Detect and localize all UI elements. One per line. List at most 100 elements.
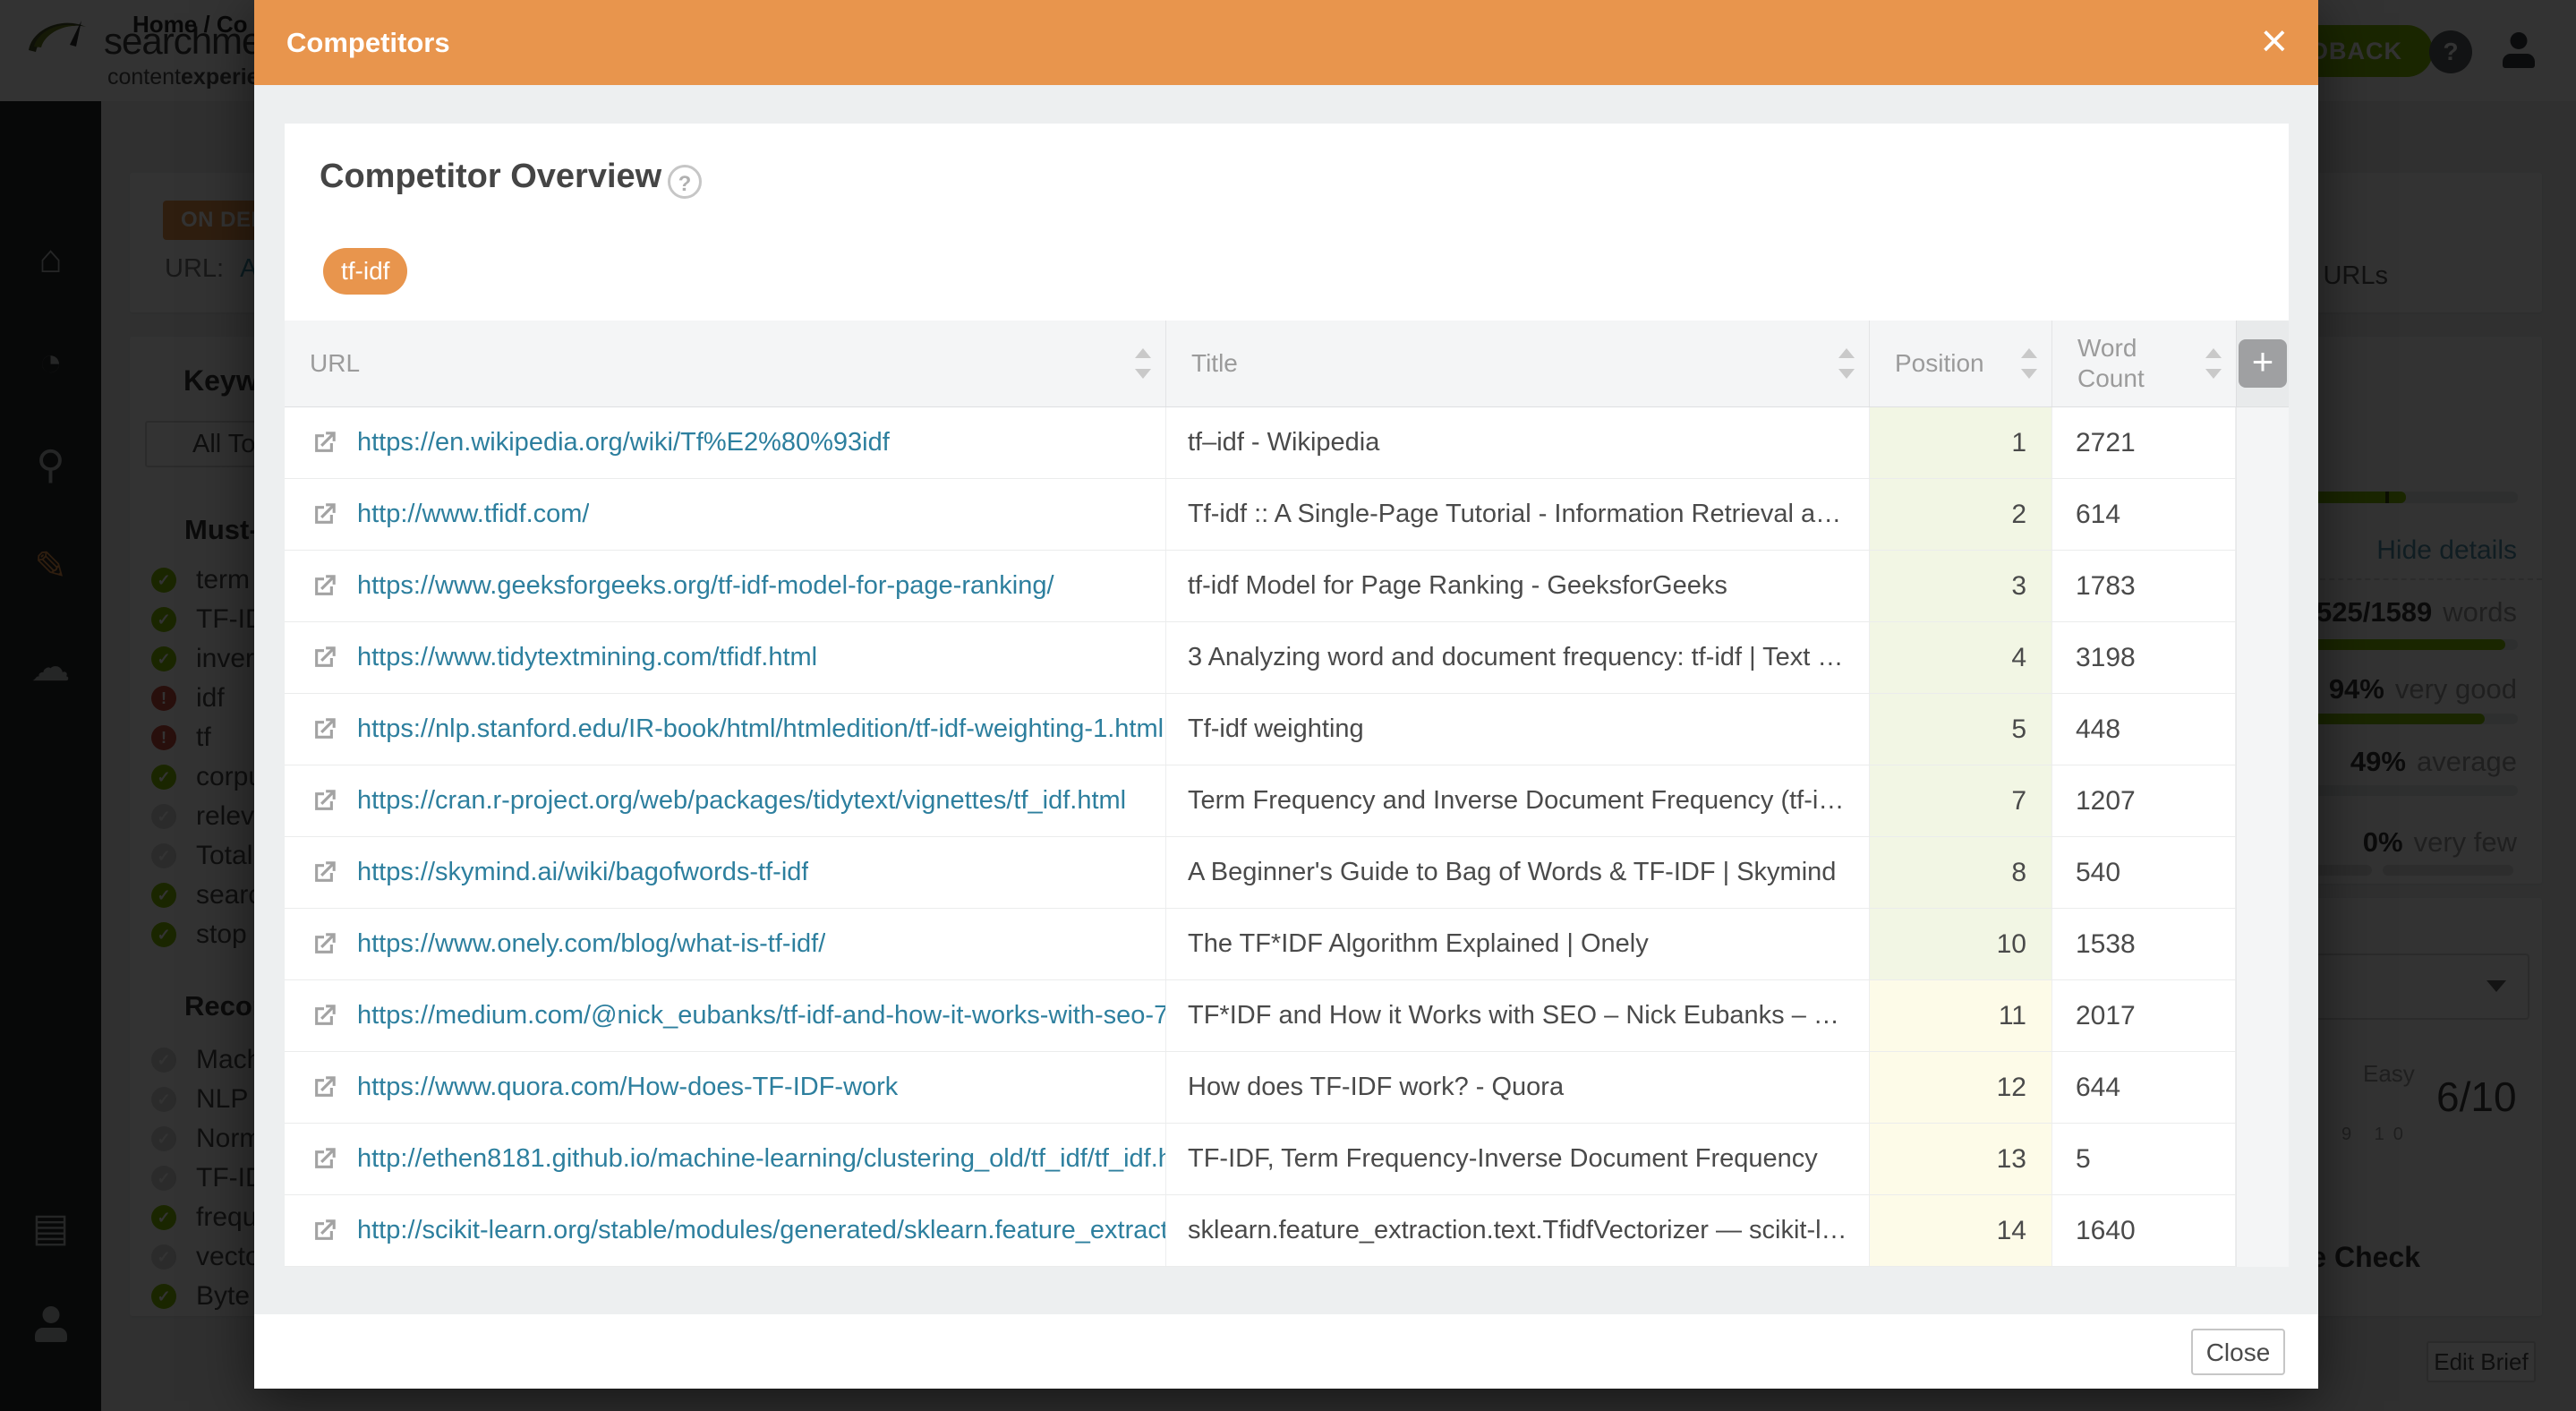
table-row: http://ethen8181.github.io/machine-learn… bbox=[285, 1124, 2236, 1195]
competitor-position: 4 bbox=[1870, 622, 2052, 693]
url-cell: https://skymind.ai/wiki/bagofwords-tf-id… bbox=[285, 837, 1166, 908]
sort-arrows-icon[interactable] bbox=[2205, 348, 2222, 379]
competitor-title: TF-IDF, Term Frequency-Inverse Document … bbox=[1166, 1124, 1870, 1194]
external-link-icon[interactable] bbox=[309, 1144, 339, 1175]
competitor-word-count: 5 bbox=[2052, 1124, 2236, 1194]
competitor-url-link[interactable]: https://medium.com/@nick_eubanks/tf-idf-… bbox=[357, 1001, 1165, 1030]
competitor-position: 3 bbox=[1870, 551, 2052, 621]
overview-title: Competitor Overview bbox=[320, 158, 661, 196]
table-row: http://scikit-learn.org/stable/modules/g… bbox=[285, 1195, 2236, 1267]
url-cell: http://www.tfidf.com/ bbox=[285, 479, 1166, 550]
table-row: https://www.tidytextmining.com/tfidf.htm… bbox=[285, 622, 2236, 694]
competitor-url-link[interactable]: http://www.tfidf.com/ bbox=[357, 500, 589, 529]
competitor-word-count: 2721 bbox=[2052, 407, 2236, 478]
close-icon[interactable]: × bbox=[2261, 0, 2288, 82]
url-cell: http://ethen8181.github.io/machine-learn… bbox=[285, 1124, 1166, 1194]
competitor-position: 11 bbox=[1870, 980, 2052, 1051]
competitor-position: 1 bbox=[1870, 407, 2052, 478]
external-link-icon[interactable] bbox=[309, 1001, 339, 1031]
app-root: searchmetrics contentexperience Home / C… bbox=[0, 0, 2576, 1411]
competitor-word-count: 1640 bbox=[2052, 1195, 2236, 1266]
competitor-position: 14 bbox=[1870, 1195, 2052, 1266]
table-row: https://medium.com/@nick_eubanks/tf-idf-… bbox=[285, 980, 2236, 1052]
table-row: https://en.wikipedia.org/wiki/Tf%E2%80%9… bbox=[285, 407, 2236, 479]
modal-title: Competitors bbox=[286, 0, 450, 85]
competitor-word-count: 1783 bbox=[2052, 551, 2236, 621]
external-link-icon[interactable] bbox=[309, 643, 339, 673]
competitor-title: Tf-idf weighting bbox=[1166, 694, 1870, 765]
external-link-icon[interactable] bbox=[309, 714, 339, 745]
competitor-title: tf-idf Model for Page Ranking - Geeksfor… bbox=[1166, 551, 1870, 621]
competitor-position: 12 bbox=[1870, 1052, 2052, 1123]
modal-header: Competitors × bbox=[254, 0, 2318, 85]
competitor-word-count: 614 bbox=[2052, 479, 2236, 550]
external-link-icon[interactable] bbox=[309, 1216, 339, 1246]
competitor-word-count: 540 bbox=[2052, 837, 2236, 908]
url-cell: https://www.onely.com/blog/what-is-tf-id… bbox=[285, 909, 1166, 979]
table-row: https://nlp.stanford.edu/IR-book/html/ht… bbox=[285, 694, 2236, 765]
competitor-url-link[interactable]: http://scikit-learn.org/stable/modules/g… bbox=[357, 1216, 1165, 1245]
competitor-word-count: 1207 bbox=[2052, 765, 2236, 836]
url-cell: https://www.geeksforgeeks.org/tf-idf-mod… bbox=[285, 551, 1166, 621]
url-cell: https://www.quora.com/How-does-TF-IDF-wo… bbox=[285, 1052, 1166, 1123]
add-column-button[interactable]: + bbox=[2239, 339, 2287, 388]
competitor-title: sklearn.feature_extraction.text.TfidfVec… bbox=[1166, 1195, 1870, 1266]
url-cell: https://cran.r-project.org/web/packages/… bbox=[285, 765, 1166, 836]
table-row: https://www.quora.com/How-does-TF-IDF-wo… bbox=[285, 1052, 2236, 1124]
external-link-icon[interactable] bbox=[309, 1073, 339, 1103]
competitor-title: tf–idf - Wikipedia bbox=[1166, 407, 1870, 478]
competitor-url-link[interactable]: https://nlp.stanford.edu/IR-book/html/ht… bbox=[357, 714, 1164, 744]
external-link-icon[interactable] bbox=[309, 929, 339, 960]
url-cell: http://scikit-learn.org/stable/modules/g… bbox=[285, 1195, 1166, 1266]
sort-arrows-icon[interactable] bbox=[1135, 348, 1151, 379]
competitors-modal: Competitors × Competitor Overview ? tf-i… bbox=[254, 0, 2318, 1389]
sort-arrows-icon[interactable] bbox=[1838, 348, 1855, 379]
table-row: https://www.onely.com/blog/what-is-tf-id… bbox=[285, 909, 2236, 980]
column-header-url[interactable]: URL bbox=[285, 321, 1166, 406]
competitor-word-count: 2017 bbox=[2052, 980, 2236, 1051]
competitor-url-link[interactable]: https://www.quora.com/How-does-TF-IDF-wo… bbox=[357, 1073, 898, 1102]
table-body: https://en.wikipedia.org/wiki/Tf%E2%80%9… bbox=[285, 407, 2236, 1267]
competitor-title: A Beginner's Guide to Bag of Words & TF-… bbox=[1166, 837, 1870, 908]
external-link-icon[interactable] bbox=[309, 428, 339, 458]
table-header: URL Title Position Word Count bbox=[285, 321, 2236, 407]
competitor-url-link[interactable]: http://ethen8181.github.io/machine-learn… bbox=[357, 1144, 1165, 1174]
external-link-icon[interactable] bbox=[309, 500, 339, 530]
competitor-url-link[interactable]: https://www.geeksforgeeks.org/tf-idf-mod… bbox=[357, 571, 1054, 601]
competitor-position: 7 bbox=[1870, 765, 2052, 836]
competitor-title: Term Frequency and Inverse Document Freq… bbox=[1166, 765, 1870, 836]
competitor-title: TF*IDF and How it Works with SEO – Nick … bbox=[1166, 980, 1870, 1051]
competitor-url-link[interactable]: https://skymind.ai/wiki/bagofwords-tf-id… bbox=[357, 858, 808, 887]
table-row: https://skymind.ai/wiki/bagofwords-tf-id… bbox=[285, 837, 2236, 909]
competitor-word-count: 1538 bbox=[2052, 909, 2236, 979]
column-header-word-count[interactable]: Word Count bbox=[2052, 321, 2236, 406]
table-row: https://cran.r-project.org/web/packages/… bbox=[285, 765, 2236, 837]
competitor-url-link[interactable]: https://en.wikipedia.org/wiki/Tf%E2%80%9… bbox=[357, 428, 890, 458]
overview-help-icon[interactable]: ? bbox=[668, 165, 702, 199]
competitor-title: How does TF-IDF work? - Quora bbox=[1166, 1052, 1870, 1123]
competitor-title: The TF*IDF Algorithm Explained | Onely bbox=[1166, 909, 1870, 979]
competitor-word-count: 644 bbox=[2052, 1052, 2236, 1123]
competitor-position: 8 bbox=[1870, 837, 2052, 908]
competitor-position: 5 bbox=[1870, 694, 2052, 765]
competitor-url-link[interactable]: https://www.tidytextmining.com/tfidf.htm… bbox=[357, 643, 817, 672]
url-cell: https://medium.com/@nick_eubanks/tf-idf-… bbox=[285, 980, 1166, 1051]
url-cell: https://www.tidytextmining.com/tfidf.htm… bbox=[285, 622, 1166, 693]
column-header-title[interactable]: Title bbox=[1166, 321, 1870, 406]
modal-footer: Close bbox=[254, 1314, 2318, 1389]
external-link-icon[interactable] bbox=[309, 786, 339, 817]
external-link-icon[interactable] bbox=[309, 858, 339, 888]
competitor-overview-card: Competitor Overview ? tf-idf URL Title P… bbox=[285, 124, 2289, 1267]
competitor-position: 10 bbox=[1870, 909, 2052, 979]
competitor-word-count: 448 bbox=[2052, 694, 2236, 765]
keyword-tag: tf-idf bbox=[323, 248, 407, 295]
sort-arrows-icon[interactable] bbox=[2021, 348, 2037, 379]
external-link-icon[interactable] bbox=[309, 571, 339, 602]
table-row: https://www.geeksforgeeks.org/tf-idf-mod… bbox=[285, 551, 2236, 622]
competitor-url-link[interactable]: https://www.onely.com/blog/what-is-tf-id… bbox=[357, 929, 825, 959]
close-button[interactable]: Close bbox=[2191, 1329, 2285, 1375]
url-cell: https://nlp.stanford.edu/IR-book/html/ht… bbox=[285, 694, 1166, 765]
column-header-position[interactable]: Position bbox=[1870, 321, 2052, 406]
add-column-cell: + bbox=[2236, 321, 2289, 407]
competitor-url-link[interactable]: https://cran.r-project.org/web/packages/… bbox=[357, 786, 1126, 816]
